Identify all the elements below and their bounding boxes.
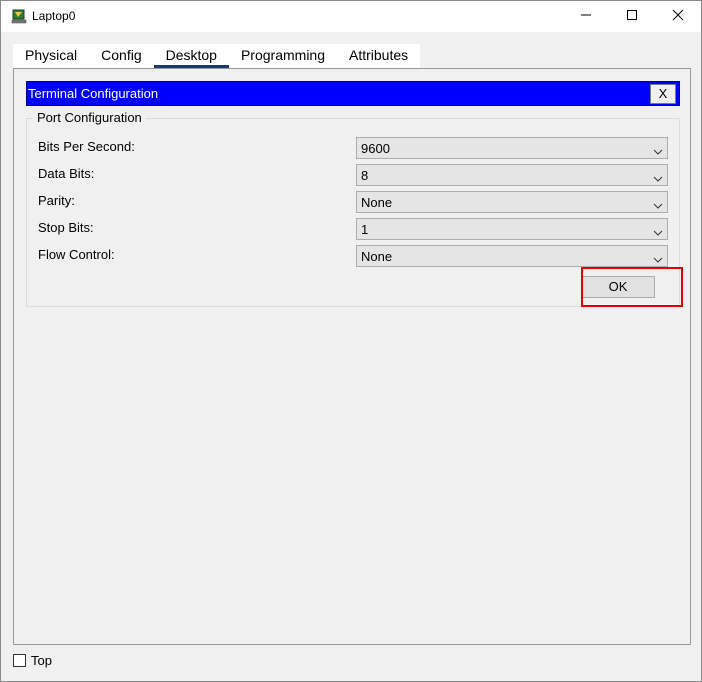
top-checkbox-label: Top — [31, 653, 52, 668]
stop-bits-label: Stop Bits: — [38, 220, 94, 235]
parity-label: Parity: — [38, 193, 75, 208]
close-icon — [672, 9, 684, 24]
terminal-config-header: Terminal Configuration X — [26, 81, 680, 106]
parity-value: None — [361, 195, 393, 210]
parity-select[interactable]: None — [356, 191, 668, 213]
close-button[interactable] — [655, 1, 701, 32]
bits-per-second-label: Bits Per Second: — [38, 139, 135, 154]
desktop-content-panel: Terminal Configuration X Port Configurat… — [13, 68, 691, 645]
chevron-down-icon — [653, 225, 663, 236]
tab-programming[interactable]: Programming — [228, 44, 337, 68]
minimize-button[interactable] — [563, 1, 609, 32]
flow-control-value: None — [361, 249, 393, 264]
tab-desktop[interactable]: Desktop — [153, 44, 229, 68]
flow-control-select[interactable]: None — [356, 245, 668, 267]
port-configuration-legend: Port Configuration — [33, 110, 146, 125]
maximize-icon — [626, 9, 638, 24]
top-checkbox[interactable] — [13, 654, 26, 667]
tab-bar: Physical Config Desktop Programming Attr… — [13, 44, 421, 68]
chevron-down-icon — [653, 144, 663, 155]
tab-config[interactable]: Config — [89, 44, 154, 68]
data-bits-value: 8 — [361, 168, 369, 183]
data-bits-select[interactable]: 8 — [356, 164, 668, 186]
terminal-close-button[interactable]: X — [650, 84, 676, 104]
window-title: Laptop0 — [32, 9, 76, 23]
ok-highlight-box — [581, 267, 683, 307]
chevron-down-icon — [653, 198, 663, 209]
bits-per-second-select[interactable]: 9600 — [356, 137, 668, 159]
maximize-button[interactable] — [609, 1, 655, 32]
title-bar[interactable]: Laptop0 — [1, 1, 701, 32]
tab-physical[interactable]: Physical — [13, 44, 90, 68]
laptop-app-icon — [11, 9, 27, 25]
minimize-icon — [580, 9, 592, 24]
terminal-config-title: Terminal Configuration — [28, 86, 159, 101]
stop-bits-select[interactable]: 1 — [356, 218, 668, 240]
data-bits-label: Data Bits: — [38, 166, 95, 181]
stop-bits-value: 1 — [361, 222, 369, 237]
flow-control-label: Flow Control: — [38, 247, 115, 262]
laptop-window: Laptop0 Physical Config Desktop Programm… — [0, 0, 702, 682]
tab-attributes[interactable]: Attributes — [337, 44, 421, 68]
bits-per-second-value: 9600 — [361, 141, 390, 156]
chevron-down-icon — [653, 171, 663, 182]
chevron-down-icon — [653, 252, 663, 263]
